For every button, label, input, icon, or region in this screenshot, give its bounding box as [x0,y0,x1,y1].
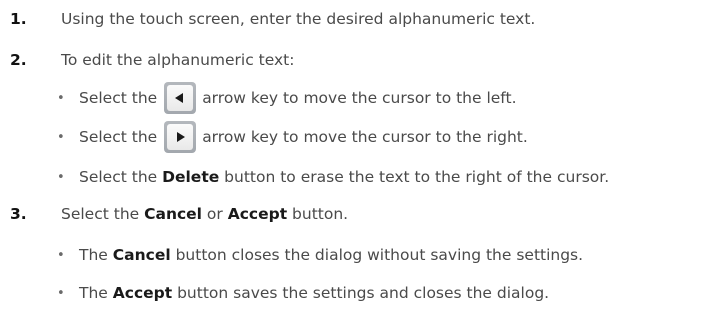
bullet-dot: • [57,90,65,106]
step-text-mid: or [202,205,228,223]
step-text-before: Select the [61,205,145,223]
accept-label: Accept [227,205,288,223]
step-text: To edit the alphanumeric text: [61,51,295,69]
step-text: Select the Cancel or Accept button. [61,205,348,223]
step-text-after: button. [287,205,349,223]
list-item-cancel: • The Cancel button closes the dialog wi… [57,244,583,266]
bullet-dot: • [57,129,65,145]
bullet-dot: • [57,169,65,185]
bullet-text-after: arrow key to move the cursor to the righ… [202,128,528,146]
bullet-text-before: Select the [79,89,158,107]
cancel-label: Cancel [144,205,202,223]
step-number: 3. [10,205,27,223]
bullet-text-after: button closes the dialog without saving … [170,246,584,264]
bullet-text-before: The [79,246,113,264]
left-arrow-key-icon [164,82,197,114]
instructions-document: 1. Using the touch screen, enter the des… [0,0,724,336]
list-item-accept: • The Accept button saves the settings a… [57,282,549,304]
bullet-text-after: button saves the settings and closes the… [172,284,550,302]
step-text: Using the touch screen, enter the desire… [61,10,536,28]
step-number: 2. [10,51,27,69]
step-number: 1. [10,10,27,28]
accept-label: Accept [112,284,173,302]
list-item-right-arrow: • Select the arrow key to move the curso… [57,119,528,155]
list-item-delete: • Select the Delete button to erase the … [57,166,609,188]
cancel-label: Cancel [112,246,171,264]
bullet-text-before: Select the [79,168,163,186]
bullet-text-after: button to erase the text to the right of… [219,168,610,186]
bullet-text-before: Select the [79,128,158,146]
list-item-left-arrow: • Select the arrow key to move the curso… [57,80,517,116]
bullet-dot: • [57,247,65,263]
delete-label: Delete [162,168,220,186]
right-arrow-key-icon [164,121,197,153]
bullet-dot: • [57,285,65,301]
bullet-text-before: The [79,284,113,302]
bullet-text-after: arrow key to move the cursor to the left… [202,89,517,107]
